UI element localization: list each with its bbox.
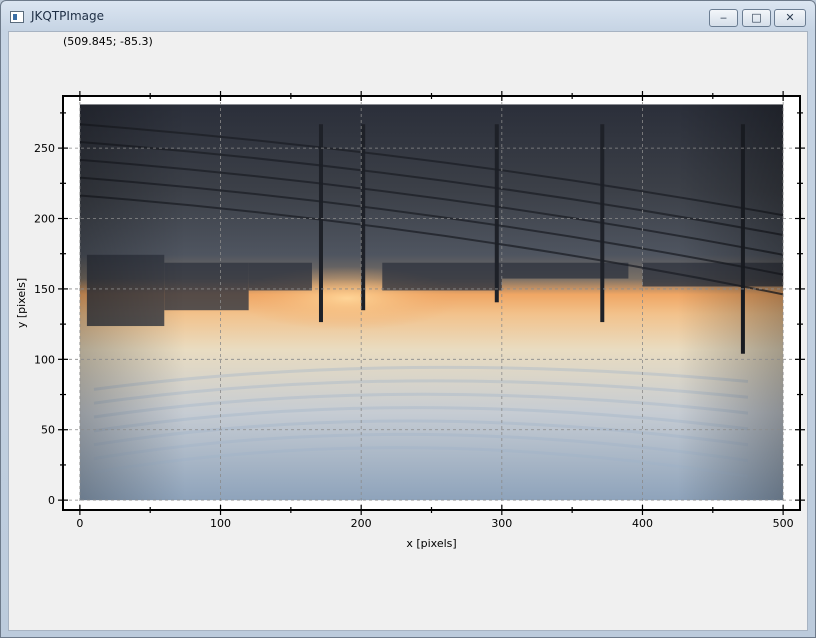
image-plot (79, 104, 784, 501)
x-tick-label: 200 (351, 517, 372, 530)
window-app-icon (10, 11, 24, 23)
app-window: JKQTPImage ‒ □ ✕ (509.845; -85.3) 0 100 … (0, 0, 816, 638)
x-tick-label: 500 (773, 517, 794, 530)
x-tick-label: 0 (76, 517, 83, 530)
y-tick-label: 200 (34, 213, 55, 226)
image-vignette (79, 104, 784, 501)
plot-widget[interactable]: (509.845; -85.3) 0 100 200 300 400 500 0… (8, 31, 808, 631)
x-tick-label: 400 (632, 517, 653, 530)
window-title: JKQTPImage (31, 9, 105, 23)
y-axis-label: y [pixels] (15, 278, 28, 328)
x-tick-label: 100 (210, 517, 231, 530)
plot-area[interactable]: 0 100 200 300 400 500 0 50 100 150 200 250 x [pixels… (9, 32, 807, 630)
y-tick-label: 100 (34, 353, 55, 366)
y-tick-label: 50 (41, 424, 55, 437)
title-bar[interactable]: JKQTPImage ‒ □ ✕ (1, 1, 815, 31)
y-tick-label: 150 (34, 283, 55, 296)
maximize-button[interactable]: □ (742, 9, 771, 27)
y-tick-label: 250 (34, 142, 55, 155)
close-button[interactable]: ✕ (774, 9, 806, 27)
y-tick-label: 0 (48, 494, 55, 507)
x-tick-label: 300 (491, 517, 512, 530)
minimize-button[interactable]: ‒ (709, 9, 738, 27)
x-axis-label: x [pixels] (406, 537, 456, 550)
